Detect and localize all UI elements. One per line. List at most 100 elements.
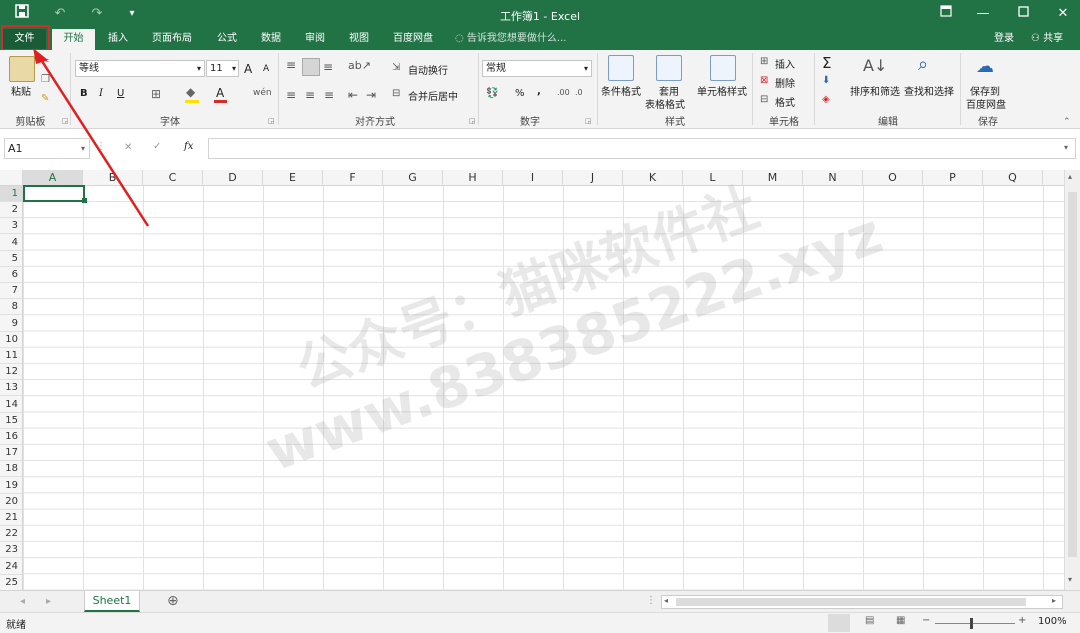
decrease-decimal-icon[interactable]: .0 bbox=[575, 88, 583, 97]
column-header-n[interactable]: N bbox=[803, 170, 863, 185]
row-header-18[interactable]: 18 bbox=[0, 461, 22, 478]
insert-cells-icon[interactable]: ⊞ bbox=[760, 56, 768, 67]
format-as-table-line2[interactable]: 表格格式 bbox=[645, 96, 685, 111]
clear-icon[interactable]: ◈ bbox=[822, 94, 830, 105]
tab-data[interactable]: 数据 bbox=[252, 29, 290, 50]
column-header-p[interactable]: P bbox=[923, 170, 983, 185]
percent-button[interactable]: % bbox=[515, 88, 525, 99]
font-launcher-icon[interactable]: ◲ bbox=[268, 117, 275, 125]
row-header-10[interactable]: 10 bbox=[0, 332, 22, 348]
delete-cells-button[interactable]: 删除 bbox=[775, 75, 795, 90]
sort-filter-icon[interactable]: A↓ bbox=[863, 56, 887, 75]
autosum-icon[interactable]: Σ bbox=[822, 54, 831, 72]
row-header-25[interactable]: 25 bbox=[0, 575, 22, 591]
phonetic-icon[interactable]: wén bbox=[253, 88, 272, 98]
close-icon[interactable]: ✕ bbox=[1053, 4, 1073, 24]
zoom-slider-thumb[interactable] bbox=[970, 618, 973, 629]
collapse-ribbon-icon[interactable]: ⌃ bbox=[1063, 117, 1071, 127]
number-launcher-icon[interactable]: ◲ bbox=[585, 117, 592, 125]
delete-cells-icon[interactable]: ⊠ bbox=[760, 75, 768, 86]
column-header-o[interactable]: O bbox=[863, 170, 923, 185]
row-header-21[interactable]: 21 bbox=[0, 510, 22, 526]
currency-icon[interactable]: 💱 bbox=[486, 88, 498, 99]
merge-center-button[interactable]: 合并后居中 bbox=[408, 88, 458, 103]
orientation-icon[interactable]: ab↗ bbox=[348, 59, 371, 72]
tab-view[interactable]: 视图 bbox=[340, 29, 378, 50]
conditional-format-button[interactable]: 条件格式 bbox=[601, 83, 641, 98]
increase-decimal-icon[interactable]: .00 bbox=[557, 88, 570, 97]
row-header-5[interactable]: 5 bbox=[0, 251, 22, 267]
shrink-font-icon[interactable]: A bbox=[263, 64, 269, 74]
row-header-17[interactable]: 17 bbox=[0, 445, 22, 462]
align-middle-icon[interactable] bbox=[302, 58, 320, 76]
fill-icon[interactable]: ⬇ bbox=[822, 75, 830, 86]
row-header-23[interactable]: 23 bbox=[0, 542, 22, 559]
format-cells-icon[interactable]: ⊟ bbox=[760, 94, 768, 105]
normal-view-icon[interactable] bbox=[828, 614, 850, 632]
tell-me-box[interactable]: ◌ 告诉我您想要做什么... bbox=[455, 29, 580, 50]
wrap-text-button[interactable]: 自动换行 bbox=[408, 62, 448, 77]
row-header-22[interactable]: 22 bbox=[0, 526, 22, 543]
format-as-table-icon[interactable] bbox=[656, 55, 682, 81]
zoom-slider-track[interactable] bbox=[935, 623, 1015, 624]
column-header-h[interactable]: H bbox=[443, 170, 503, 185]
sheet-tab-sheet1[interactable]: Sheet1 bbox=[84, 591, 140, 612]
find-select-button[interactable]: 查找和选择 bbox=[904, 83, 954, 98]
vertical-scroll-thumb[interactable] bbox=[1068, 192, 1077, 557]
align-right-icon[interactable]: ≡ bbox=[324, 88, 334, 102]
align-left-icon[interactable]: ≡ bbox=[286, 88, 296, 102]
row-header-7[interactable]: 7 bbox=[0, 283, 22, 300]
maximize-icon[interactable] bbox=[1013, 4, 1033, 24]
tab-baidu-netdisk[interactable]: 百度网盘 bbox=[385, 29, 441, 50]
row-header-15[interactable]: 15 bbox=[0, 413, 22, 429]
zoom-out-button[interactable]: − bbox=[922, 615, 930, 626]
horizontal-scroll-thumb[interactable] bbox=[676, 598, 1026, 606]
alignment-launcher-icon[interactable]: ◲ bbox=[469, 117, 476, 125]
row-header-8[interactable]: 8 bbox=[0, 299, 22, 316]
wrap-text-icon[interactable]: ⇲ bbox=[392, 62, 400, 73]
page-break-view-icon[interactable]: ▦ bbox=[896, 615, 905, 626]
align-top-icon[interactable]: ≡ bbox=[286, 58, 296, 72]
row-header-14[interactable]: 14 bbox=[0, 397, 22, 413]
next-sheet-icon[interactable]: ▸ bbox=[46, 596, 51, 607]
share-button[interactable]: ⚇ 共享 bbox=[1024, 29, 1070, 50]
cell-styles-button[interactable]: 单元格样式 bbox=[697, 83, 747, 98]
row-header-6[interactable]: 6 bbox=[0, 267, 22, 283]
decrease-indent-icon[interactable]: ⇤ bbox=[348, 88, 358, 102]
font-color-icon[interactable]: A bbox=[216, 86, 224, 100]
column-header-f[interactable]: F bbox=[323, 170, 383, 185]
number-format-select[interactable]: 常规 ▾ bbox=[482, 60, 592, 77]
zoom-level[interactable]: 100% bbox=[1038, 616, 1067, 627]
column-header-q[interactable]: Q bbox=[983, 170, 1043, 185]
increase-indent-icon[interactable]: ⇥ bbox=[366, 88, 376, 102]
minimize-icon[interactable]: — bbox=[973, 4, 993, 24]
column-header-g[interactable]: G bbox=[383, 170, 443, 185]
insert-cells-button[interactable]: 插入 bbox=[775, 56, 795, 71]
conditional-format-icon[interactable] bbox=[608, 55, 634, 81]
ribbon-display-options-icon[interactable] bbox=[936, 4, 956, 24]
scroll-right-icon[interactable]: ▸ bbox=[1052, 596, 1056, 605]
baidu-cloud-icon[interactable]: ☁ bbox=[976, 56, 994, 77]
page-layout-view-icon[interactable]: ▤ bbox=[865, 615, 874, 626]
horizontal-scrollbar[interactable]: ◂ ▸ bbox=[661, 595, 1063, 609]
prev-sheet-icon[interactable]: ◂ bbox=[20, 596, 25, 607]
save-to-line2[interactable]: 百度网盘 bbox=[966, 96, 1006, 111]
row-header-11[interactable]: 11 bbox=[0, 348, 22, 364]
row-header-13[interactable]: 13 bbox=[0, 380, 22, 397]
column-header-d[interactable]: D bbox=[203, 170, 263, 185]
row-header-20[interactable]: 20 bbox=[0, 494, 22, 510]
scroll-down-icon[interactable]: ▾ bbox=[1068, 575, 1072, 584]
align-center-icon[interactable]: ≡ bbox=[305, 88, 315, 102]
tab-split-handle[interactable]: ⋮ bbox=[646, 595, 656, 606]
expand-formula-icon[interactable]: ▾ bbox=[1064, 143, 1068, 152]
merge-center-icon[interactable]: ⊟ bbox=[392, 88, 400, 99]
row-header-24[interactable]: 24 bbox=[0, 559, 22, 575]
align-bottom-icon[interactable]: ≡ bbox=[323, 60, 333, 74]
column-header-i[interactable]: I bbox=[503, 170, 563, 185]
row-header-16[interactable]: 16 bbox=[0, 429, 22, 445]
zoom-in-button[interactable]: + bbox=[1018, 615, 1026, 626]
cell-styles-icon[interactable] bbox=[710, 55, 736, 81]
comma-button[interactable]: , bbox=[537, 86, 541, 97]
row-header-19[interactable]: 19 bbox=[0, 478, 22, 494]
signin-link[interactable]: 登录 bbox=[988, 29, 1020, 50]
